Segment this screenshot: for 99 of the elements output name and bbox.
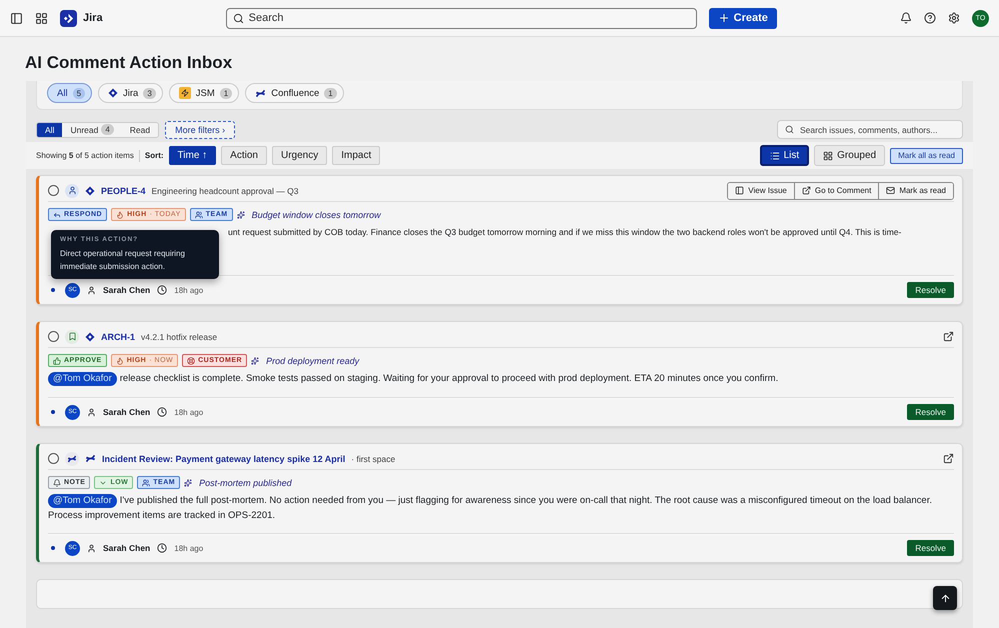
page-title: AI Comment Action Inbox [25, 53, 234, 73]
timestamp: 18h ago [174, 544, 204, 552]
search-field[interactable]: Search [226, 8, 697, 28]
sparkle-icon [184, 478, 192, 486]
person-icon [87, 286, 96, 294]
bell-icon [53, 478, 61, 486]
issue-link[interactable]: PEOPLE-4 [101, 186, 146, 196]
diamond-icon [85, 186, 95, 196]
issue-title: v4.2.1 hotfix release [141, 332, 218, 342]
issue-title: Engineering headcount approval — Q3 [152, 186, 298, 196]
sort-option[interactable]: Urgency [272, 146, 328, 165]
results-summary: Showing 5 of 5 action items [36, 151, 134, 160]
flame-icon [116, 210, 124, 218]
flame-icon [116, 356, 124, 364]
card-action-button[interactable]: Mark as read [878, 182, 953, 198]
sort-option[interactable]: Time ↑ [168, 146, 216, 165]
x-shape-icon [85, 453, 96, 464]
reply-icon [53, 210, 61, 218]
radio-button[interactable] [48, 453, 59, 464]
person-icon [87, 544, 96, 552]
search-field[interactable]: Search issues, comments, authors... [777, 120, 963, 139]
plus-icon [718, 12, 730, 24]
timestamp: 18h ago [174, 286, 204, 294]
people-icon [194, 210, 203, 218]
ai-hint: Prod deployment ready [266, 356, 360, 366]
clock-icon [157, 407, 168, 417]
ai-hint: Budget window closes tomorrow [252, 210, 381, 220]
issue-link[interactable]: Incident Review: Payment gateway latency spike 12 April [102, 454, 346, 464]
resolve-button[interactable]: Resolve [907, 540, 954, 556]
source-filter-chip[interactable]: JSM 1 [168, 83, 240, 103]
read-filter-tab[interactable]: Unread 4 [62, 122, 122, 136]
external-link-icon[interactable] [943, 331, 954, 342]
x-shape-icon [255, 88, 266, 98]
clock-icon [157, 543, 168, 553]
view-toggle[interactable]: Grouped [814, 145, 886, 166]
diamond-icon [108, 88, 118, 98]
lifebuoy-icon [187, 356, 196, 364]
author-name: Sarah Chen [103, 285, 150, 295]
search-placeholder: Search issues, comments, authors... [800, 124, 938, 134]
sidebar-toggle-icon[interactable] [10, 12, 23, 24]
radio-button[interactable] [48, 331, 59, 342]
person-icon [87, 408, 96, 416]
comment-text: @Tom Okafor I've published the full post-mortem. No action needed from you — just flagging for awareness since you were on-call that night. The root cause was a misconfigured timeout on the load balancer. Process improvement items are tracked in OPS-2201. [48, 493, 933, 523]
arrow-up-icon [940, 592, 950, 604]
radio-button[interactable] [48, 185, 59, 196]
mention-link[interactable]: @Tom Okafor [48, 372, 117, 386]
sort-option[interactable]: Impact [332, 146, 380, 165]
scroll-to-top-button[interactable] [933, 586, 957, 610]
count-badge: 1 [324, 88, 337, 98]
settings-icon[interactable] [948, 12, 960, 24]
envelope-icon [886, 186, 896, 195]
author-name: Sarah Chen [103, 407, 150, 417]
count-badge: 3 [143, 88, 156, 98]
timestamp: 18h ago [174, 408, 204, 416]
ai-hint: Post-mortem published [199, 478, 292, 488]
count-badge: 1 [220, 88, 232, 98]
panel-icon [735, 186, 744, 195]
source-filter-chip[interactable]: All 5 [47, 83, 92, 103]
issue-link[interactable]: ARCH-1 [101, 332, 136, 342]
comment-text: unt request submitted by COB today. Finance closes the Q3 budget tomorrow morning and if we miss this window the two backend roles won't be approved until Q4. This is time- [228, 226, 902, 239]
logo-icon [60, 10, 77, 26]
read-filter-tab[interactable]: All [37, 122, 62, 136]
clock-icon [157, 285, 168, 295]
bookmark-icon [65, 330, 79, 344]
more-filters-button[interactable]: More filters › [165, 120, 236, 138]
comment-text: @Tom Okafor release checklist is complete. Smoke tests passed on staging. Waiting for your approval to proceed with prod deployment. ETA 20 minutes once you confirm. [48, 371, 954, 391]
grid-icon [823, 150, 834, 160]
app-grid-icon[interactable] [35, 12, 48, 24]
source-filter-chip[interactable]: Confluence 1 [245, 83, 344, 103]
external-link-icon[interactable] [943, 453, 954, 464]
count-badge: 4 [101, 124, 114, 135]
tooltip-text: Direct operational request requiring immediate submission action. [60, 248, 186, 273]
help-icon[interactable] [924, 12, 936, 24]
people-icon [142, 478, 150, 486]
create-button[interactable]: Create [708, 8, 777, 28]
count-badge: 5 [72, 88, 86, 98]
sparkle-icon [236, 210, 245, 218]
source-filter-chip[interactable]: Jira 3 [98, 83, 163, 103]
author-name: Sarah Chen [103, 543, 150, 553]
lightning-icon [178, 87, 191, 99]
search-icon [232, 12, 244, 24]
product-name: Jira [83, 12, 103, 24]
mark-all-read-button[interactable]: Mark all as read [890, 148, 963, 164]
thumbs-up-icon [53, 356, 61, 364]
resolve-button[interactable]: Resolve [907, 404, 954, 420]
external-link-icon [802, 186, 811, 195]
notifications-icon[interactable] [900, 12, 912, 24]
sparkle-icon [251, 356, 260, 364]
space-name: · first space [351, 454, 396, 464]
view-toggle[interactable]: List [760, 145, 810, 166]
sort-option[interactable]: Action [221, 146, 267, 165]
read-filter-tab[interactable]: Read [122, 122, 158, 136]
resolve-button[interactable]: Resolve [907, 282, 954, 298]
mention-link[interactable]: @Tom Okafor [48, 494, 117, 508]
diamond-icon [85, 332, 95, 342]
person-icon [65, 184, 79, 198]
search-placeholder: Search [248, 12, 284, 24]
sort-label: Sort: [144, 151, 164, 160]
search-icon [785, 125, 794, 134]
